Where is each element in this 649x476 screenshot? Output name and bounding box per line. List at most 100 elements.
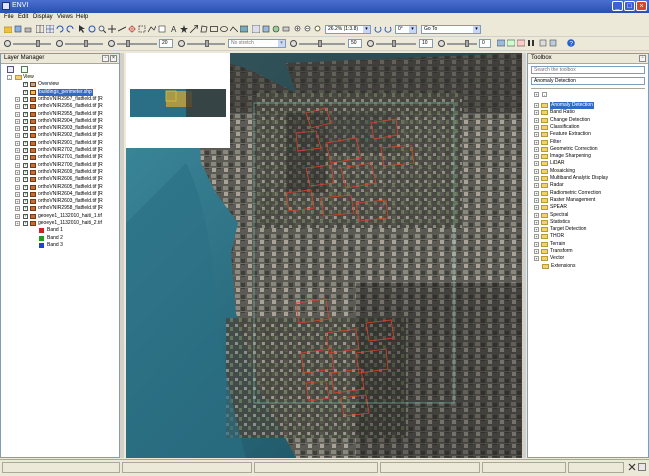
opacity-a-field[interactable]: 20 bbox=[159, 39, 173, 48]
expand-icon[interactable]: + bbox=[15, 126, 20, 132]
roi-icon[interactable] bbox=[138, 25, 146, 33]
expand-icon[interactable]: + bbox=[534, 249, 539, 254]
expand-icon[interactable]: + bbox=[15, 133, 20, 139]
map-view[interactable] bbox=[126, 53, 522, 458]
expand-icon[interactable]: + bbox=[534, 161, 539, 167]
expand-icon[interactable]: + bbox=[534, 197, 539, 203]
process-manager-icon[interactable] bbox=[638, 463, 646, 471]
help-icon[interactable]: ? bbox=[567, 39, 575, 47]
text-annotation-icon[interactable]: A bbox=[170, 25, 178, 33]
menu-help[interactable]: Help bbox=[76, 14, 88, 20]
transparency-slider-track[interactable] bbox=[299, 43, 345, 45]
layer-visibility-checkbox[interactable] bbox=[23, 213, 28, 220]
expand-icon[interactable]: + bbox=[534, 110, 539, 116]
expand-icon[interactable]: + bbox=[15, 118, 20, 124]
minimize-button[interactable]: _ bbox=[612, 1, 623, 11]
expand-icon[interactable]: + bbox=[534, 124, 539, 130]
cursor-value-icon[interactable] bbox=[158, 25, 166, 33]
layer-visibility-checkbox[interactable] bbox=[23, 198, 28, 205]
expand-icon[interactable]: + bbox=[15, 213, 20, 219]
toolbox-search-results[interactable]: Anomaly Detection bbox=[531, 77, 645, 85]
fit-view-icon[interactable] bbox=[272, 25, 280, 33]
fly-icon[interactable] bbox=[118, 25, 126, 33]
layer-visibility-checkbox[interactable] bbox=[23, 147, 28, 154]
layer-visibility-checkbox[interactable] bbox=[23, 132, 28, 139]
maximize-button[interactable]: □ bbox=[624, 1, 635, 11]
collapse-all-tools-icon[interactable]: - bbox=[542, 92, 547, 97]
layer-visibility-checkbox[interactable] bbox=[23, 205, 28, 212]
expand-icon[interactable]: + bbox=[15, 169, 20, 175]
symbol-icon[interactable] bbox=[180, 25, 188, 33]
expand-icon[interactable]: + bbox=[15, 199, 20, 205]
portal-slider-handle[interactable] bbox=[392, 40, 396, 47]
zoom-plus-icon[interactable] bbox=[294, 25, 302, 33]
arrow-annotation-icon[interactable] bbox=[190, 25, 198, 33]
layer-visibility-checkbox[interactable] bbox=[23, 162, 28, 169]
rotate-icon[interactable] bbox=[88, 25, 96, 33]
menu-display[interactable]: Display bbox=[33, 14, 53, 20]
expand-icon[interactable]: + bbox=[534, 205, 539, 211]
save-view-icon[interactable] bbox=[539, 39, 547, 47]
polyline-annotation-icon[interactable] bbox=[230, 25, 238, 33]
export-icon[interactable] bbox=[549, 39, 557, 47]
cancel-process-icon[interactable] bbox=[628, 463, 636, 471]
expand-icon[interactable]: + bbox=[534, 227, 539, 233]
expand-icon[interactable]: + bbox=[534, 241, 539, 247]
menu-views[interactable]: Views bbox=[57, 14, 73, 20]
layer-visibility-checkbox[interactable] bbox=[23, 103, 28, 110]
layer-visibility-checkbox[interactable] bbox=[23, 184, 28, 191]
expand-icon[interactable]: + bbox=[534, 103, 539, 108]
panel-float-icon[interactable]: ▫ bbox=[102, 55, 109, 62]
reset-view-icon[interactable] bbox=[262, 25, 270, 33]
expand-icon[interactable]: + bbox=[15, 191, 20, 197]
expand-icon[interactable]: + bbox=[15, 221, 20, 226]
layout-icon[interactable] bbox=[36, 25, 44, 33]
layer-visibility-checkbox[interactable] bbox=[23, 220, 28, 227]
transparency-slider-handle[interactable] bbox=[318, 40, 322, 47]
layer-visibility-checkbox[interactable] bbox=[23, 118, 28, 125]
layer-visibility-checkbox[interactable] bbox=[23, 176, 28, 183]
goto-field[interactable]: Go To ▾ bbox=[421, 25, 481, 34]
expand-icon[interactable]: + bbox=[534, 146, 539, 152]
expand-icon[interactable]: + bbox=[534, 183, 539, 189]
expand-icon[interactable]: + bbox=[15, 140, 20, 146]
collapse-all-icon[interactable] bbox=[21, 66, 28, 73]
expand-icon[interactable]: + bbox=[534, 154, 539, 160]
pause-icon[interactable] bbox=[527, 39, 535, 47]
expand-icon[interactable]: + bbox=[15, 148, 20, 153]
collapse-icon[interactable]: - bbox=[7, 75, 12, 80]
trans-field[interactable]: 0 bbox=[479, 39, 491, 48]
expand-icon[interactable]: + bbox=[15, 104, 20, 110]
layer-visibility-checkbox[interactable] bbox=[23, 140, 28, 147]
expand-icon[interactable]: + bbox=[534, 168, 539, 174]
expand-icon[interactable]: + bbox=[534, 139, 539, 145]
expand-icon[interactable]: + bbox=[534, 190, 539, 196]
sharpen-field[interactable]: 10 bbox=[419, 39, 433, 48]
crosshair-icon[interactable] bbox=[128, 25, 136, 33]
flicker-slider-track[interactable] bbox=[447, 43, 477, 45]
print-icon[interactable] bbox=[24, 25, 32, 33]
data-manager-icon[interactable] bbox=[14, 25, 22, 33]
expand-icon[interactable]: + bbox=[15, 162, 20, 168]
expand-all-tools-icon[interactable]: + bbox=[534, 92, 539, 97]
stretch-slider-track[interactable] bbox=[117, 43, 157, 45]
full-extent-icon[interactable] bbox=[252, 25, 260, 33]
menu-file[interactable]: File bbox=[4, 14, 14, 20]
undo-icon[interactable] bbox=[56, 25, 64, 33]
picture-annotation-icon[interactable] bbox=[240, 25, 248, 33]
zoom-select[interactable]: 26.2% (1:3.8) ▾ bbox=[325, 25, 371, 34]
panel-close-icon[interactable]: × bbox=[110, 55, 117, 62]
expand-icon[interactable]: + bbox=[15, 111, 20, 117]
stretch-type-select[interactable]: No stretch ▾ bbox=[228, 39, 286, 48]
layer-visibility-checkbox[interactable] bbox=[23, 111, 28, 118]
close-button[interactable]: × bbox=[636, 1, 647, 11]
vector-icon[interactable] bbox=[148, 25, 156, 33]
ellipse-annotation-icon[interactable] bbox=[220, 25, 228, 33]
expand-icon[interactable]: + bbox=[534, 256, 539, 262]
left-splitter[interactable] bbox=[120, 53, 124, 458]
toolbox-search-input[interactable] bbox=[531, 66, 645, 74]
swipe-icon[interactable] bbox=[497, 39, 505, 47]
rectangle-annotation-icon[interactable] bbox=[210, 25, 218, 33]
contrast-slider-handle[interactable] bbox=[84, 40, 88, 47]
flicker-toggle-icon[interactable] bbox=[517, 39, 525, 47]
